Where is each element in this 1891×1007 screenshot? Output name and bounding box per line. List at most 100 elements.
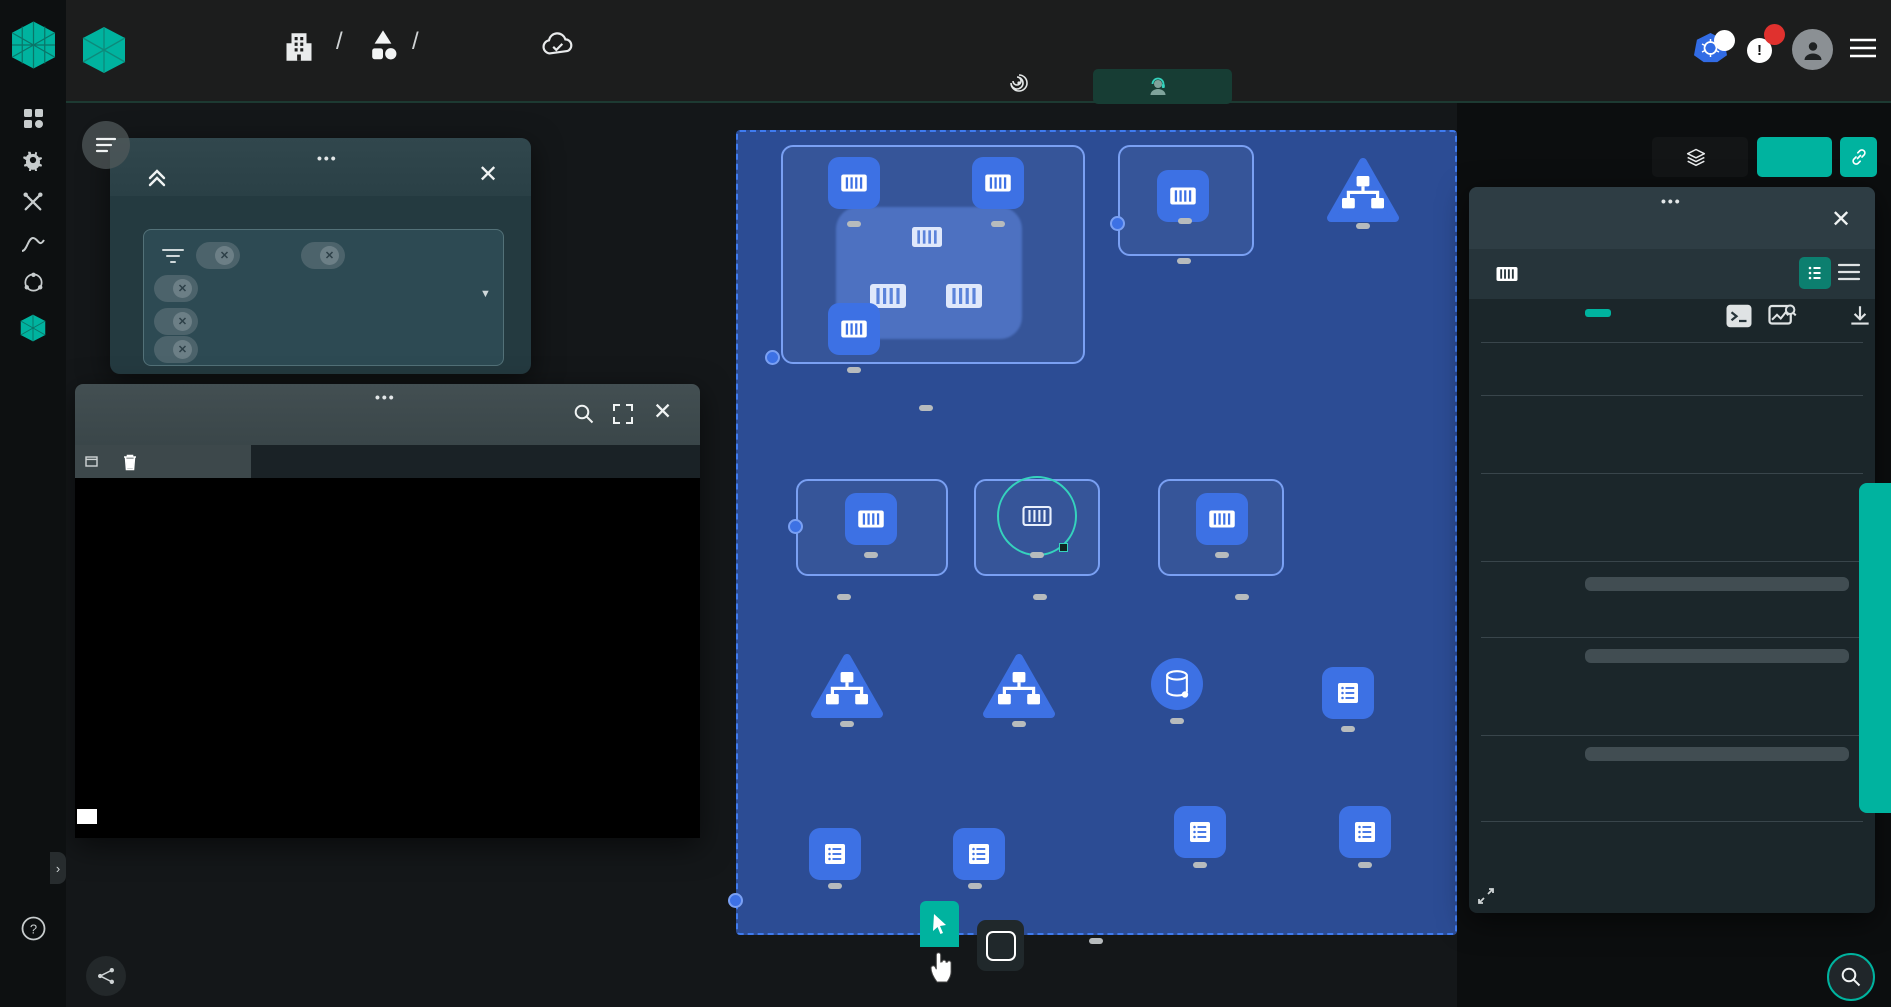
selection-resize-handle[interactable] [1059,543,1068,552]
pod-node-api[interactable] [1157,170,1209,222]
sidebar-item-lifecycle[interactable] [0,140,66,180]
group-edge-dot[interactable] [1110,216,1125,231]
chip-remove-icon[interactable]: ✕ [320,246,339,265]
node-label-api-pod [1177,258,1191,264]
avatar[interactable] [1792,29,1833,70]
pod-node-crawler-1[interactable] [972,157,1024,209]
pod-node-testram[interactable] [845,493,897,545]
filter-funnel-icon [161,246,185,266]
image-inspect-icon[interactable] [1767,301,1797,331]
filter-chip-configmap[interactable]: ✕ [301,242,345,269]
help-tool-button[interactable] [977,920,1024,971]
filter-close-icon[interactable]: ✕ [478,160,498,189]
drag-handle-dots[interactable]: ••• [317,154,338,162]
terminal-tab-active[interactable] [75,445,251,478]
pod-node-crawler-3[interactable] [828,157,880,209]
service-node-api-service[interactable] [1327,158,1399,224]
panel-close-icon[interactable]: ✕ [1831,205,1851,234]
question-mark-icon [986,931,1016,961]
terminal-search-icon[interactable] [573,403,595,425]
pod-node-web-selected[interactable] [1011,490,1063,542]
share-nodes-button[interactable] [86,956,126,996]
sidebar-collapse-handle[interactable]: › [50,852,66,884]
image-value-chip[interactable] [1585,577,1849,591]
filter-chip-pod[interactable]: ✕ [196,242,240,269]
open-terminal-icon[interactable] [1724,301,1754,331]
pod-node-crawler-2[interactable] [828,303,880,355]
k8s-context-count-badge[interactable] [1714,30,1735,51]
feedback-tab[interactable] [1859,483,1891,813]
view-toggle-config-button[interactable] [1799,257,1831,289]
help-button[interactable]: ? [0,908,66,948]
service-node-web-service[interactable] [983,654,1055,720]
configmap-node-api[interactable] [953,828,1005,880]
terminal-fullscreen-icon[interactable] [612,403,634,425]
filter-window-header[interactable] [110,138,531,196]
expand-panel-icon[interactable] [1477,887,1495,905]
filter-chip-pvc[interactable]: ✕ [154,308,198,335]
organization-icon[interactable] [284,30,314,64]
design-swirl-icon [1008,72,1030,94]
chip-remove-icon[interactable]: ✕ [173,312,192,331]
namespace-edge-dot[interactable] [728,893,743,908]
terminal-close-icon[interactable]: ✕ [653,398,672,425]
row-divider [1481,395,1863,396]
chip-remove-icon[interactable]: ✕ [173,279,192,298]
filter-chip-service[interactable]: ✕ [154,275,198,302]
containers-icon [1493,263,1521,285]
pvc-node-synergy-api-pvc[interactable] [1151,658,1203,710]
designs-icon[interactable] [366,28,400,64]
sidebar-item-extensions[interactable] [0,262,66,302]
node-label-web-service [1012,721,1026,727]
configmap-node-web[interactable] [809,828,861,880]
canvas-zoom-button[interactable] [1827,953,1875,1001]
container-value-chip[interactable] [1585,649,1849,663]
group-edge-dot[interactable] [788,519,803,534]
sidebar-item-performance[interactable] [0,224,66,264]
terminal-window: ••• ✕ [75,384,700,838]
cursor-arrow-icon [930,913,950,935]
chip-remove-icon[interactable]: ✕ [173,340,192,359]
download-logs-icon[interactable] [1847,303,1873,329]
container-glyph [938,278,990,314]
notification-count-badge[interactable] [1764,24,1785,45]
filter-input-box[interactable]: ✕ ✕ ✕ ✕ ✕ ▼ [143,229,504,366]
layers-button[interactable] [1652,137,1748,177]
chip-remove-icon[interactable]: ✕ [215,246,234,265]
row-divider [1481,473,1863,474]
service-node-crawler-service[interactable] [811,654,883,720]
dock-menu-button[interactable] [82,121,130,169]
tab-operate[interactable] [1093,69,1232,104]
meshery-sidebar-logo[interactable] [11,20,56,70]
kanvas-app: / / ! [0,0,1891,1007]
panel-drag-dots[interactable]: ••• [1661,197,1682,205]
collapse-up-icon[interactable] [146,166,168,188]
configmap-node-crawler[interactable] [1322,667,1374,719]
layers-icon [1686,147,1706,167]
hamburger-menu-icon[interactable] [1848,36,1878,60]
sidebar-item-kanvas-active[interactable] [0,308,66,348]
sidebar-item-configuration[interactable] [0,182,66,222]
trash-icon[interactable] [122,453,138,471]
node-label-api-service [1356,223,1370,229]
filter-dropdown-caret[interactable]: ▼ [480,288,491,300]
configmap-node-testram[interactable] [1174,806,1226,858]
node-label-crawler-service [840,721,854,727]
row-divider [1481,342,1863,343]
node-label-kube-root-ca [1358,862,1372,868]
pod-node-testcpu[interactable] [1196,493,1248,545]
copy-link-button[interactable] [1840,137,1877,177]
view-toggle-list-button[interactable] [1837,261,1861,288]
filter-chip-namespace[interactable]: ✕ [154,336,198,363]
kanvas-logo-icon[interactable] [82,26,126,74]
configmap-node-kube-root-ca[interactable] [1339,806,1391,858]
node-label [1178,218,1192,224]
share-button[interactable] [1757,137,1832,177]
select-tool-button[interactable] [920,901,959,947]
tab-design[interactable] [1008,72,1040,94]
node-label [864,552,878,558]
group-edge-dot[interactable] [765,350,780,365]
volume-mounts-value-chip[interactable] [1585,747,1849,761]
terminal-drag-dots[interactable]: ••• [375,393,396,401]
sidebar-item-dashboard[interactable] [0,98,66,138]
